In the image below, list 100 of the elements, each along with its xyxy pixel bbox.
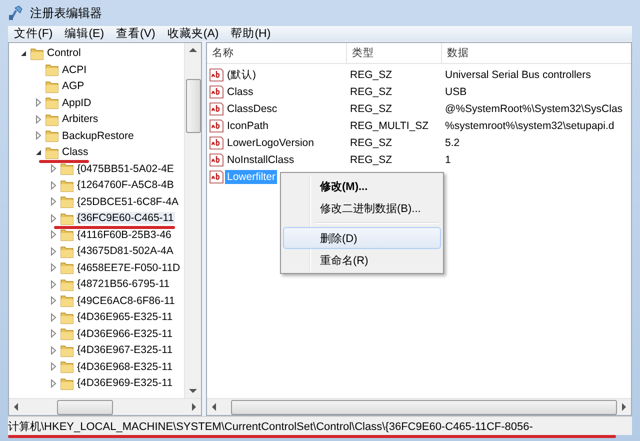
tree-item[interactable]: Class <box>61 146 90 158</box>
expand-arrow-icon[interactable] <box>50 246 57 256</box>
tree-item[interactable]: {4116F60B-25B3-46 <box>76 228 172 241</box>
value-data: USB <box>445 86 467 98</box>
tree-item[interactable]: {4D36E965-E325-11 <box>76 311 174 324</box>
tree-item[interactable]: {4D36E969-E325-11 <box>76 377 174 390</box>
value-data: 5.2 <box>445 136 460 148</box>
folder-icon <box>60 244 74 258</box>
window-title: 注册表编辑器 <box>30 4 102 22</box>
expand-arrow-icon[interactable] <box>50 329 57 338</box>
folder-icon <box>60 344 74 357</box>
value-name[interactable]: NoInstallClass <box>225 152 296 166</box>
tree-item[interactable]: {25DBCE51-6C8F-4A <box>76 196 180 208</box>
tree-item[interactable]: {4658EE7E-F050-11D <box>76 262 182 274</box>
value-data: Universal Serial Bus controllers <box>445 68 591 80</box>
string-value-icon <box>209 118 224 132</box>
menu-item[interactable]: 删除(D) <box>283 227 441 249</box>
folder-icon <box>45 63 59 76</box>
menu-bar-item[interactable]: 收藏夹(A) <box>163 26 223 41</box>
expand-arrow-icon[interactable] <box>50 296 57 306</box>
menu-item[interactable]: 修改二进制数据(B)... <box>283 197 441 219</box>
expand-arrow-icon[interactable] <box>50 214 57 223</box>
expand-arrow-icon[interactable] <box>50 312 57 322</box>
expand-arrow-icon[interactable] <box>50 180 57 190</box>
folder-icon <box>60 294 74 308</box>
folder-icon <box>60 178 74 192</box>
horizontal-scrollbar[interactable] <box>207 398 631 415</box>
value-data: 1 <box>445 154 451 166</box>
expand-arrow-icon[interactable] <box>35 114 42 124</box>
folder-icon <box>45 129 59 142</box>
value-name[interactable]: (默认) <box>225 66 258 82</box>
menu-bar-item[interactable]: 文件(F) <box>10 26 57 41</box>
expand-arrow-icon[interactable] <box>50 164 57 174</box>
folder-icon <box>60 162 74 176</box>
folder-icon <box>45 80 59 93</box>
column-header[interactable]: 数据 <box>442 43 631 63</box>
value-type: REG_SZ <box>350 102 392 114</box>
tree-item[interactable]: Control <box>46 47 82 60</box>
expand-arrow-icon[interactable] <box>50 197 57 206</box>
tree-item[interactable]: Arbiters <box>61 113 100 126</box>
tree-item[interactable]: {48721B56-6795-11 <box>76 278 171 290</box>
tree-item[interactable]: BackupRestore <box>61 130 135 142</box>
string-value-icon <box>209 68 224 82</box>
column-header[interactable]: 名称 <box>207 43 347 63</box>
folder-icon <box>60 212 74 225</box>
menu-bar-item[interactable]: 帮助(H) <box>226 26 275 41</box>
tree-item[interactable]: {36FC9E60-C465-11 <box>76 212 175 224</box>
folder-icon <box>45 112 59 126</box>
horizontal-scrollbar[interactable] <box>9 398 201 415</box>
expand-arrow-icon[interactable] <box>50 378 57 388</box>
folder-icon <box>60 310 74 324</box>
status-bar-path: 计算机\HKEY_LOCAL_MACHINE\SYSTEM\CurrentControlSet\Control\Class\{36FC9E60-C465-11CF-8056- <box>8 420 533 434</box>
folder-icon <box>60 195 74 208</box>
value-name[interactable]: ClassDesc <box>225 102 280 116</box>
menu-bar-item[interactable]: 查看(V) <box>112 26 160 41</box>
tree-item[interactable]: AppID <box>61 96 92 109</box>
folder-icon <box>60 376 74 390</box>
tree-item[interactable]: {43675D81-502A-4A <box>76 245 174 258</box>
expand-arrow-icon[interactable] <box>35 98 42 108</box>
value-type: REG_MULTI_SZ <box>350 120 429 132</box>
folder-icon <box>60 327 74 340</box>
registry-app-icon <box>8 5 24 21</box>
tree-item[interactable]: {4D36E967-E325-11 <box>76 344 174 356</box>
column-header[interactable]: 类型 <box>347 43 442 63</box>
value-type: REG_SZ <box>350 86 392 98</box>
expand-arrow-icon[interactable] <box>50 346 57 355</box>
folder-icon <box>60 278 74 291</box>
collapse-arrow-icon[interactable] <box>20 50 27 57</box>
menu-item[interactable]: 修改(M)... <box>283 175 441 197</box>
expand-arrow-icon[interactable] <box>35 131 42 140</box>
menu-bar-item[interactable]: 编辑(E) <box>60 26 108 41</box>
value-name[interactable]: Class <box>225 84 256 98</box>
value-name[interactable]: LowerLogoVersion <box>225 136 316 150</box>
tree-item[interactable]: AGP <box>61 80 86 92</box>
collapse-arrow-icon[interactable] <box>35 148 42 156</box>
expand-arrow-icon[interactable] <box>50 263 57 272</box>
expand-arrow-icon[interactable] <box>50 362 57 372</box>
vertical-scrollbar[interactable] <box>184 43 201 398</box>
folder-icon <box>60 228 74 242</box>
tree-item[interactable]: {4D36E966-E325-11 <box>76 328 174 340</box>
expand-arrow-icon[interactable] <box>50 230 57 240</box>
tree-item[interactable]: {49CE6AC8-6F86-11 <box>76 294 176 307</box>
menu-item[interactable]: 重命名(R) <box>283 249 441 271</box>
string-value-icon <box>209 84 224 98</box>
folder-icon <box>60 360 74 374</box>
string-value-icon <box>209 152 224 166</box>
tree-item[interactable]: {1264760F-A5C8-4B <box>76 179 175 192</box>
string-value-icon <box>209 136 224 150</box>
value-type: REG_SZ <box>350 154 392 166</box>
folder-icon <box>45 96 59 110</box>
value-name[interactable]: IconPath <box>225 118 270 132</box>
tree-item[interactable]: ACPI <box>61 64 88 76</box>
tree-item[interactable]: {4D36E968-E325-11 <box>76 360 174 373</box>
folder-icon <box>60 261 74 274</box>
string-value-icon <box>209 170 224 184</box>
value-type: REG_SZ <box>350 136 392 148</box>
value-data: @%SystemRoot%\System32\SysClas <box>445 102 623 114</box>
expand-arrow-icon[interactable] <box>50 280 57 289</box>
tree-item[interactable]: {0475BB51-5A02-4E <box>76 162 175 175</box>
folder-icon <box>30 46 44 60</box>
